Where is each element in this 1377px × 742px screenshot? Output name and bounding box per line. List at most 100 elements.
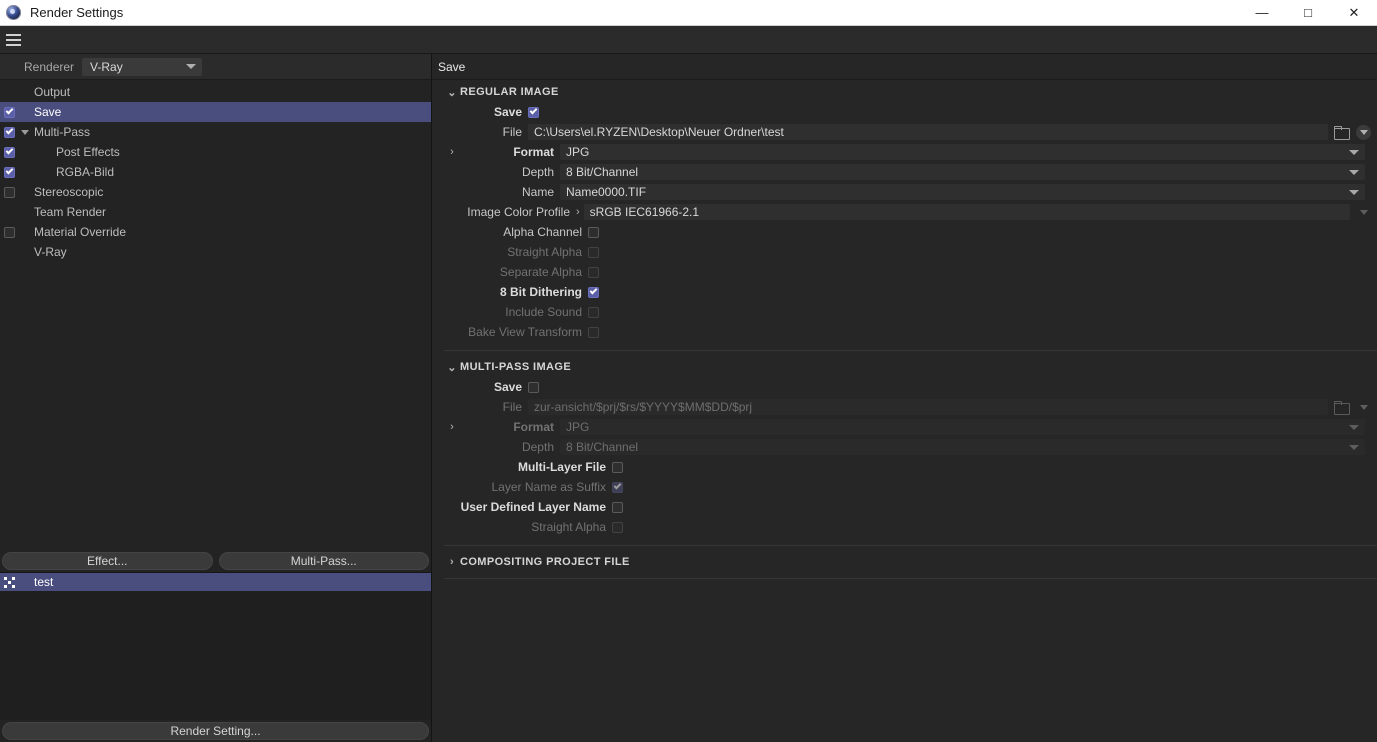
settings-tree: Output Save Multi-Pass Post Effects RGBA-Bil…: [0, 80, 431, 262]
multipass-save-label: Save: [493, 380, 522, 394]
option-row: › Layer Name as Suffix: [432, 477, 1377, 497]
sidebar-item-checkbox[interactable]: [3, 146, 15, 158]
folder-icon[interactable]: [1334, 400, 1350, 415]
list-item[interactable]: test: [0, 573, 431, 591]
sidebar-item-checkbox-wrap: [0, 106, 18, 118]
multipass-depth-row: › Depth 8 Bit/Channel: [432, 437, 1377, 457]
hamburger-menu-icon[interactable]: [0, 26, 26, 54]
window-title: Render Settings: [30, 5, 124, 20]
sidebar-item-label: Stereoscopic: [34, 185, 104, 199]
sidebar-item-material-override[interactable]: Material Override: [0, 222, 431, 242]
option-checkbox: [612, 481, 623, 493]
sidebar-item-stereoscopic[interactable]: Stereoscopic: [0, 182, 431, 202]
file-preset-dropdown-icon[interactable]: [1356, 400, 1371, 415]
sidebar-item-checkbox[interactable]: [3, 126, 15, 138]
option-row: ›User Defined Layer Name: [432, 497, 1377, 517]
multipass-file-input[interactable]: zur-ansicht/$prj/$rs/$YYYY$MM$DD/$prj: [528, 399, 1328, 415]
minimize-button[interactable]: —: [1239, 0, 1285, 26]
sidebar-item-label: V-Ray: [34, 245, 67, 259]
option-checkbox[interactable]: [612, 501, 623, 513]
spacer-twisty: ›: [444, 186, 460, 198]
multipass-save-row: › Save: [432, 377, 1377, 397]
sidebar-item-team-render[interactable]: Team Render: [0, 202, 431, 222]
spacer-twisty: ›: [444, 126, 460, 138]
multipass-format-dropdown[interactable]: JPG: [560, 419, 1365, 435]
list-item-label: test: [34, 575, 54, 589]
maximize-button[interactable]: □: [1285, 0, 1331, 26]
color-profile-dropdown-icon[interactable]: [1356, 205, 1371, 220]
option-label: Multi-Layer File: [517, 460, 606, 474]
sidebar-item-output[interactable]: Output: [0, 82, 431, 102]
effect-button[interactable]: Effect...: [2, 552, 213, 570]
spacer-twisty: ›: [444, 246, 460, 258]
option-row: › Straight Alpha: [432, 242, 1377, 262]
option-checkbox[interactable]: [612, 461, 623, 473]
chevron-right-icon[interactable]: ›: [444, 421, 460, 433]
close-button[interactable]: ✕: [1331, 0, 1377, 26]
multipass-save-checkbox[interactable]: [528, 381, 539, 393]
section-divider: [444, 545, 1377, 546]
regular-image-checkbox-list: › Alpha Channel › Straight Alpha › Separate A…: [432, 222, 1377, 342]
regular-name-row: › Name Name0000.TIF: [432, 182, 1377, 202]
regular-color-profile-label: Image Color Profile: [467, 205, 570, 219]
regular-name-label: Name: [521, 185, 554, 199]
option-checkbox: [588, 306, 599, 318]
spacer-twisty: ›: [444, 401, 460, 413]
chevron-right-icon[interactable]: ›: [444, 146, 460, 158]
regular-name-dropdown[interactable]: Name0000.TIF: [560, 184, 1365, 200]
regular-format-label: Format: [513, 145, 554, 159]
sidebar-item-rgba-bild[interactable]: RGBA-Bild: [0, 162, 431, 182]
chevron-right-icon[interactable]: ›: [576, 206, 584, 218]
sidebar-item-checkbox[interactable]: [3, 226, 15, 238]
regular-file-input[interactable]: C:\Users\el.RYZEN\Desktop\Neuer Ordner\t…: [528, 124, 1328, 140]
sidebar-item-label: Material Override: [34, 225, 127, 239]
sidebar-item-checkbox[interactable]: [3, 106, 15, 118]
menu-strip: [0, 26, 1377, 54]
regular-depth-dropdown[interactable]: 8 Bit/Channel: [560, 164, 1365, 180]
multipass-file-label: File: [502, 400, 522, 414]
chevron-down-icon: [1349, 444, 1359, 450]
regular-save-checkbox[interactable]: [528, 106, 539, 118]
renderer-row: Renderer V-Ray: [0, 54, 431, 80]
save-settings-body: ⌄ REGULAR IMAGE › Save › File C:\Users\e…: [432, 80, 1377, 742]
sidebar-item-label: Multi-Pass: [34, 125, 91, 139]
chevron-down-icon: [1349, 149, 1359, 155]
multipass-depth-dropdown[interactable]: 8 Bit/Channel: [560, 439, 1365, 455]
chevron-down-icon: [1349, 169, 1359, 175]
sidebar-item-multi-pass[interactable]: Multi-Pass: [0, 122, 431, 142]
regular-format-row: › Format JPG: [432, 142, 1377, 162]
sidebar-item-post-effects[interactable]: Post Effects: [0, 142, 431, 162]
sidebar-item-save[interactable]: Save: [0, 102, 431, 122]
regular-depth-label: Depth: [521, 165, 554, 179]
renderer-label: Renderer: [24, 59, 75, 74]
option-checkbox[interactable]: [588, 286, 599, 298]
spacer-twisty: ›: [444, 326, 460, 338]
option-label: Straight Alpha: [531, 520, 606, 534]
regular-color-profile-value[interactable]: sRGB IEC61966-2.1: [583, 204, 1350, 220]
option-row: › Bake View Transform: [432, 322, 1377, 342]
sidebar-item-checkbox-wrap: [0, 226, 18, 238]
sidebar-item-label: Save: [34, 105, 62, 119]
sidebar-item-checkbox[interactable]: [3, 186, 15, 198]
spacer-twisty: ›: [444, 381, 460, 393]
section-header-regular-image[interactable]: ⌄ REGULAR IMAGE: [432, 82, 1377, 102]
section-title-compositing-project-file: COMPOSITING PROJECT FILE: [460, 556, 630, 568]
option-label: Separate Alpha: [499, 265, 582, 279]
spacer-twisty: ›: [444, 106, 460, 118]
section-header-multipass-image[interactable]: ⌄ MULTI-PASS IMAGE: [432, 357, 1377, 377]
render-setting-button[interactable]: Render Setting...: [2, 722, 429, 740]
regular-format-dropdown[interactable]: JPG: [560, 144, 1365, 160]
sidebar-item-v-ray[interactable]: V-Ray: [0, 242, 431, 262]
section-header-compositing-project-file[interactable]: › COMPOSITING PROJECT FILE: [432, 552, 1377, 572]
multipass-button[interactable]: Multi-Pass...: [218, 552, 429, 570]
chevron-down-icon[interactable]: [18, 129, 32, 135]
cinema4d-logo-icon: [0, 0, 26, 26]
folder-icon[interactable]: [1334, 125, 1350, 140]
renderer-value: V-Ray: [90, 59, 123, 74]
option-row: › Straight Alpha: [432, 517, 1377, 537]
option-checkbox[interactable]: [588, 226, 599, 238]
renderer-dropdown[interactable]: V-Ray: [82, 57, 203, 76]
chevron-right-icon: ›: [449, 556, 455, 568]
sidebar-item-checkbox[interactable]: [3, 166, 15, 178]
file-preset-dropdown-icon[interactable]: [1356, 124, 1371, 140]
